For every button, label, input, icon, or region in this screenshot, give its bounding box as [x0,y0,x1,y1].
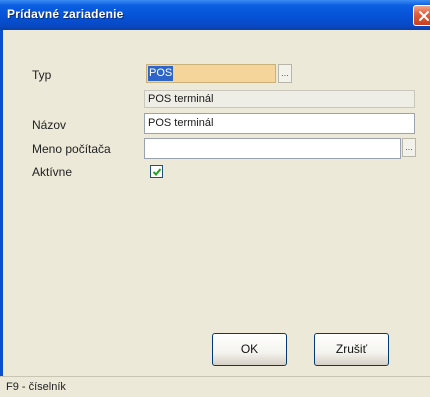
window-title: Prídavné zariadenie [7,7,124,21]
typ-field[interactable]: POS [146,64,276,83]
cancel-button[interactable]: Zrušiť [314,333,389,366]
typ-value: POS [148,66,174,81]
nazov-label: Názov [32,118,67,132]
nazov-input[interactable]: POS terminál [144,113,415,134]
status-bar: F9 - číselník [0,376,430,397]
window-frame-left [0,30,3,397]
status-hint: F9 - číselník [6,381,66,393]
dialog-window: Prídavné zariadenie Typ POS ... POS term… [0,0,430,397]
close-button[interactable] [413,5,430,26]
aktivne-label: Aktívne [32,165,73,179]
typ-lookup-button[interactable]: ... [278,64,292,83]
typ-description: POS terminál [144,90,415,108]
checkmark-icon [152,168,162,176]
title-bar[interactable]: Prídavné zariadenie [0,0,430,30]
meno-pocitaca-label: Meno počítača [32,142,111,156]
meno-pocitaca-input[interactable] [144,138,401,159]
typ-label: Typ [32,68,52,82]
aktivne-checkbox[interactable] [150,165,163,178]
meno-pocitaca-lookup-button[interactable]: ... [402,138,416,157]
ok-button[interactable]: OK [212,333,287,366]
close-icon [419,11,429,21]
